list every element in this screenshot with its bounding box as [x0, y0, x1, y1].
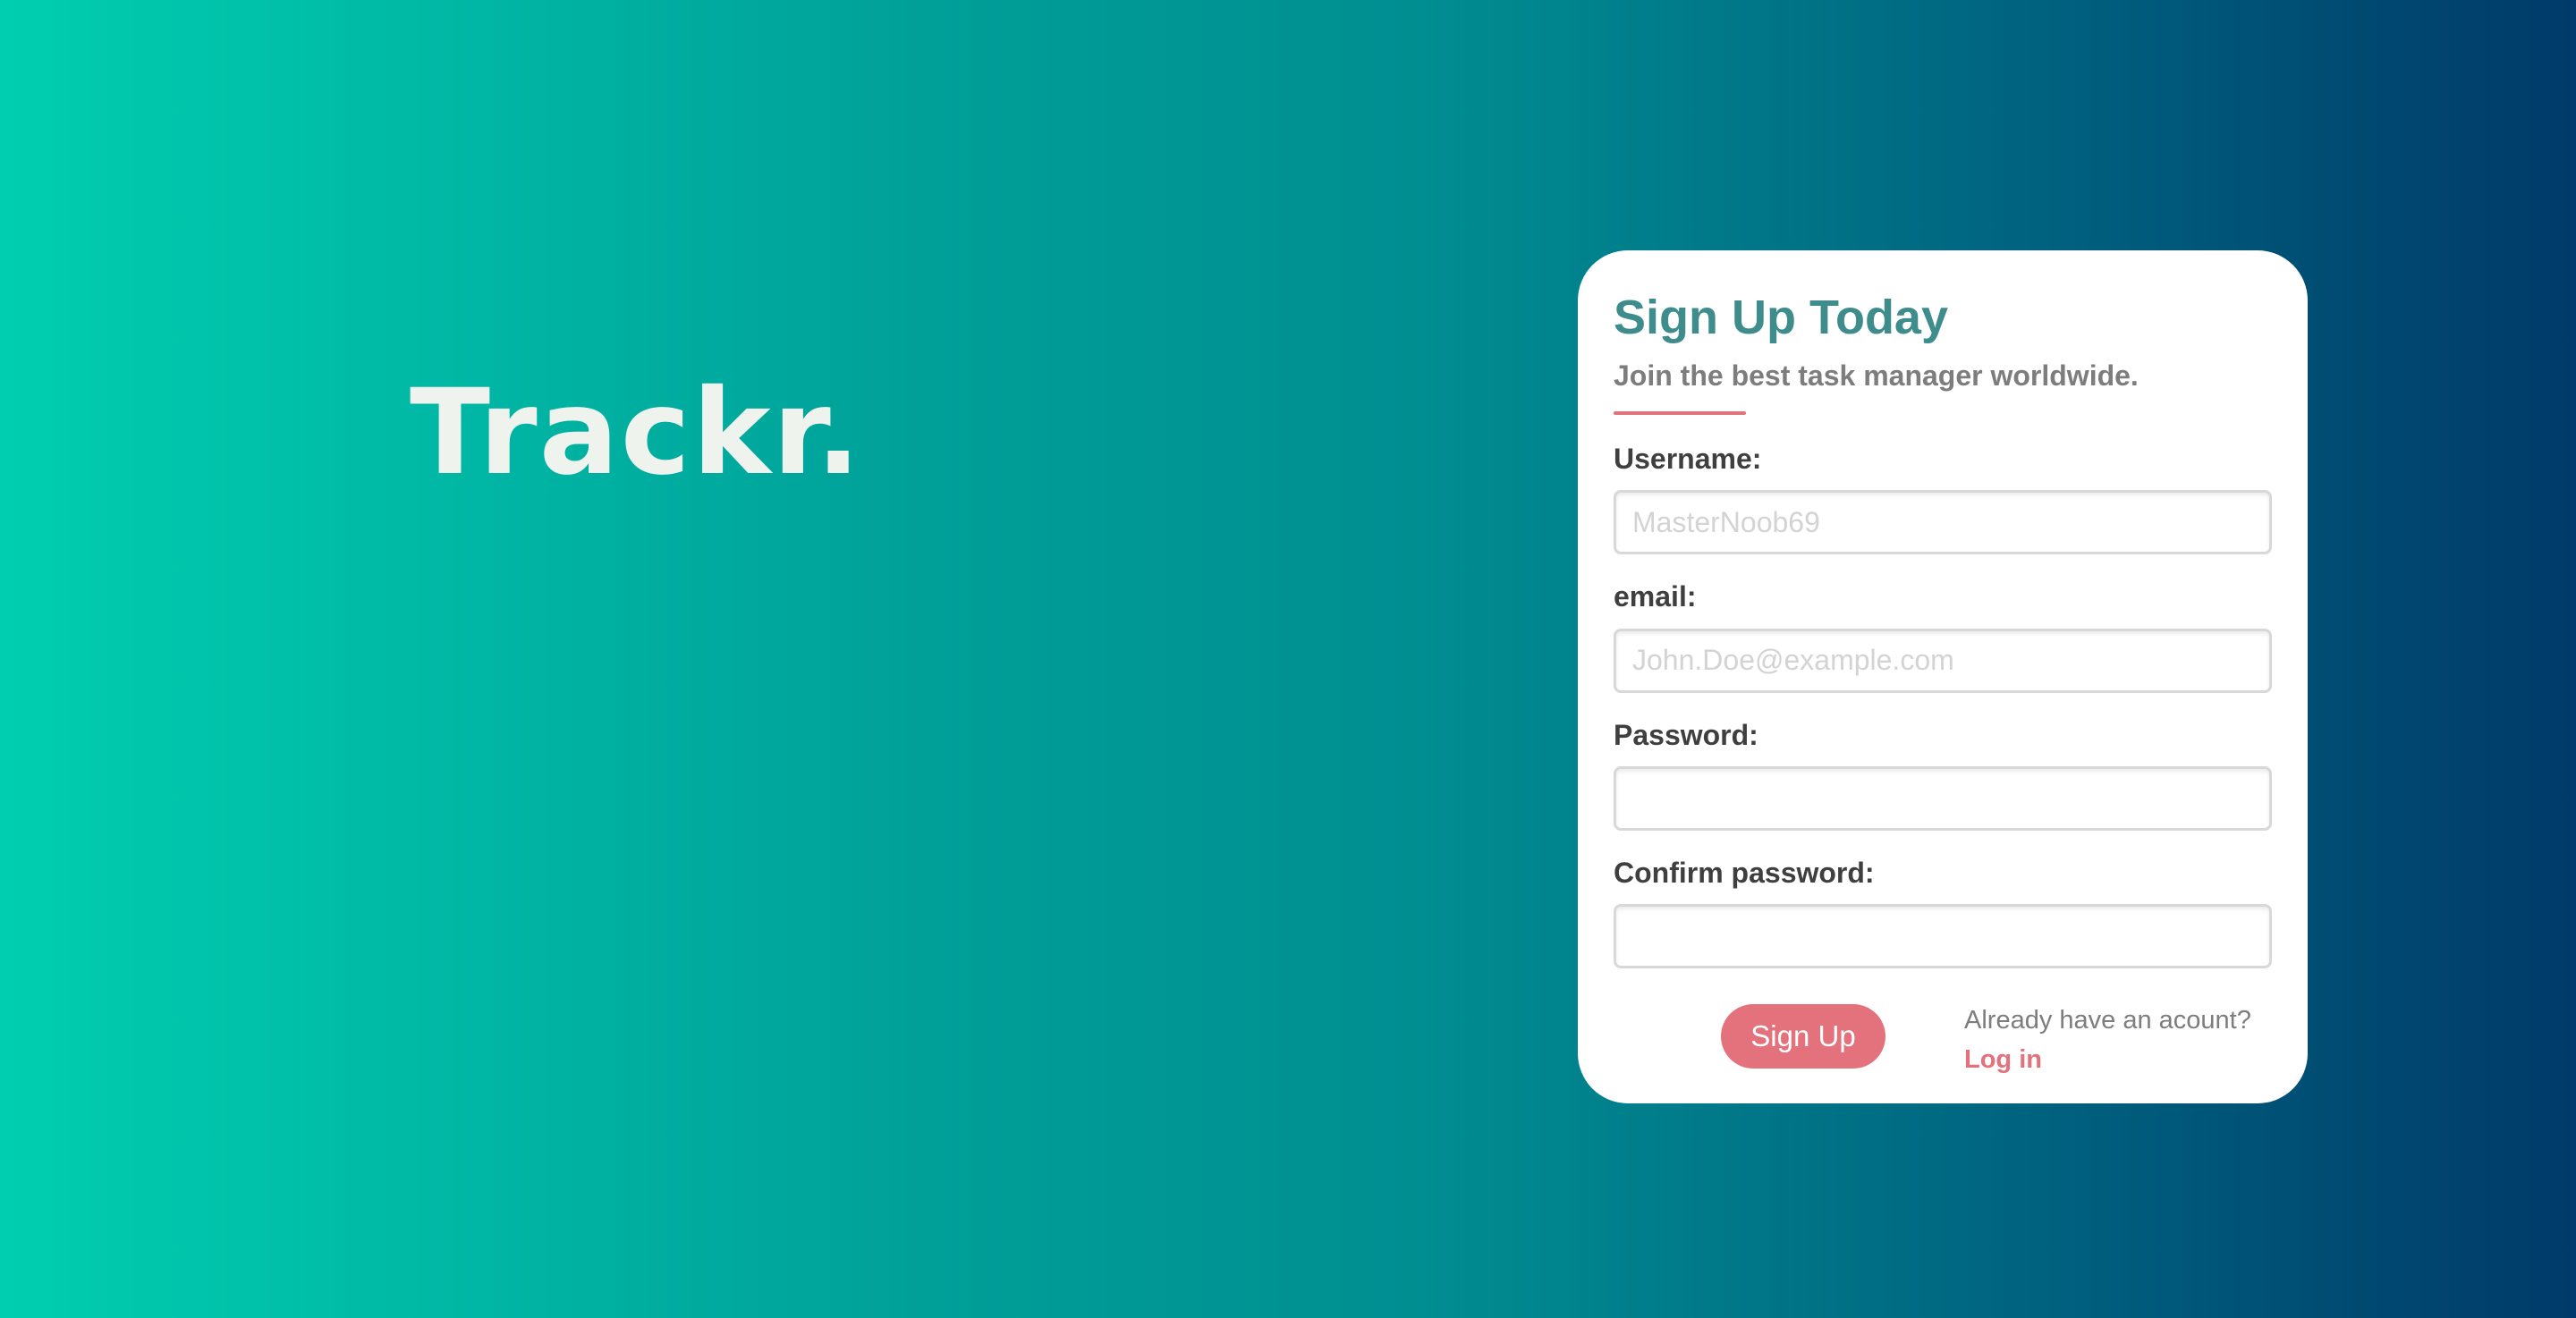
- signup-button[interactable]: Sign Up: [1721, 1004, 1885, 1069]
- email-label: email:: [1614, 580, 1697, 613]
- username-label: Username:: [1614, 442, 1762, 475]
- confirm-password-label: Confirm password:: [1614, 856, 1875, 889]
- login-link[interactable]: Log in: [1964, 1043, 2286, 1077]
- login-prompt-text: Already have an acount?: [1964, 1006, 2251, 1035]
- password-input[interactable]: [1614, 765, 2272, 831]
- confirm-password-input[interactable]: [1614, 904, 2272, 969]
- username-input[interactable]: [1614, 490, 2272, 555]
- password-label: Password:: [1614, 718, 1758, 751]
- login-prompt: Already have an acount? Log in: [1964, 1004, 2286, 1077]
- signup-subtitle: Join the best task manager worldwide.: [1614, 359, 2139, 393]
- signup-title: Sign Up Today: [1614, 291, 1948, 344]
- brand-logo-text: Trackr.: [410, 364, 863, 502]
- signup-footer: Sign Up Already have an acount? Log in: [1614, 1004, 2272, 1085]
- title-underline-divider: [1614, 410, 1746, 415]
- email-input[interactable]: [1614, 628, 2272, 693]
- signup-card: Sign Up Today Join the best task manager…: [1578, 250, 2308, 1103]
